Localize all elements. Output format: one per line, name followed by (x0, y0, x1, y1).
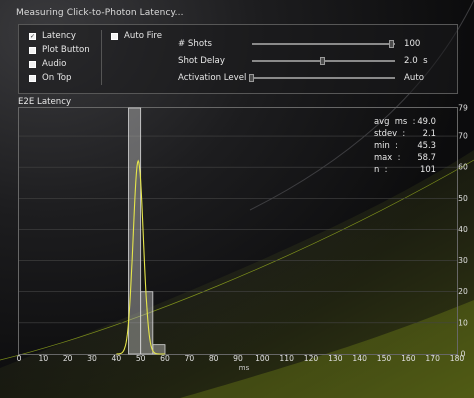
x-tick-label: 100 (255, 354, 270, 363)
x-axis-label: ms (239, 364, 250, 372)
x-tick-label: 30 (87, 354, 97, 363)
stat-name: max : (374, 152, 401, 162)
x-tick-label: 0 (17, 354, 22, 363)
y-tick-label: 30 (458, 256, 468, 265)
stat-value: 49.0 (417, 116, 436, 126)
stat-row: min : 45.3 (374, 139, 436, 151)
latency-chart: 0 10 20 30 40 50 60 70 80 90 100 110 120 130 140 150 160… (17, 104, 468, 373)
x-tick-label: 130 (328, 354, 343, 363)
x-tick-label: 160 (401, 354, 416, 363)
stat-row: stdev : 2.1 (374, 127, 436, 139)
stat-name: n : (374, 164, 388, 174)
stat-value: 2.1 (422, 128, 436, 138)
stat-row: max : 58.7 (374, 151, 436, 163)
x-tick-label: 60 (160, 354, 170, 363)
y-tick-label: 79 (458, 104, 468, 113)
x-tick-label: 80 (209, 354, 219, 363)
x-tick-label: 70 (184, 354, 194, 363)
y-tick-label: 10 (458, 318, 468, 327)
app-window: Measuring Click-to-Photon Latency... ✓ L… (0, 0, 474, 398)
x-tick-label: 170 (425, 354, 440, 363)
x-tick-label: 50 (136, 354, 146, 363)
stat-name: stdev : (374, 128, 406, 138)
histogram-bar (128, 107, 142, 355)
stat-value: 101 (420, 164, 436, 174)
y-tick-label: 60 (458, 163, 468, 172)
x-tick-label: 140 (352, 354, 367, 363)
x-tick-label: 20 (63, 354, 73, 363)
stat-row: n : 101 (374, 163, 436, 175)
stat-value: 45.3 (417, 140, 436, 150)
x-tick-label: 40 (111, 354, 121, 363)
y-tick-label: 40 (458, 225, 468, 234)
x-tick-label: 110 (279, 354, 294, 363)
stat-name: avg ms : (374, 116, 416, 126)
stat-name: min : (374, 140, 398, 150)
stats-block: avg ms :49.0 stdev :2.1 min :45.3 max :58.7… (374, 115, 436, 175)
stat-value: 58.7 (417, 152, 436, 162)
y-tick-label: 70 (458, 132, 468, 141)
stat-row: avg ms :49.0 (374, 115, 436, 127)
x-tick-label: 90 (233, 354, 243, 363)
x-tick-label: 150 (377, 354, 392, 363)
y-tick-label: 50 (458, 194, 468, 203)
x-tick-label: 120 (304, 354, 319, 363)
y-tick-label: 20 (458, 287, 468, 296)
y-tick-label: 0 (461, 350, 466, 359)
x-tick-label: 10 (38, 354, 48, 363)
